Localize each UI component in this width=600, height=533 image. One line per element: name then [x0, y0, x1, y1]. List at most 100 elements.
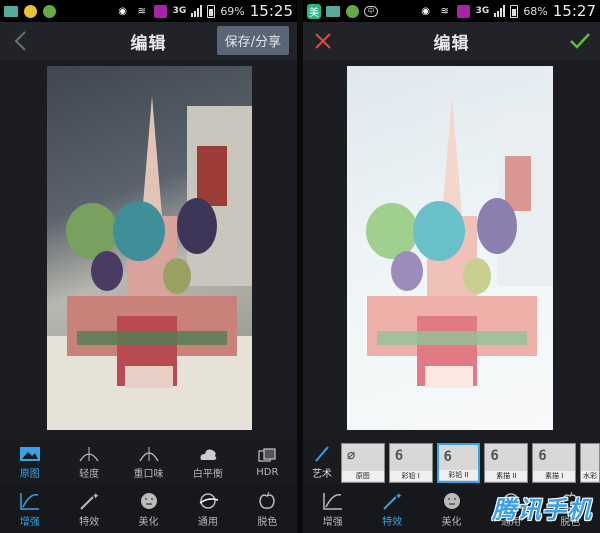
magic-wand-icon: ✦: [383, 492, 403, 510]
preset-heavy[interactable]: 重口味: [119, 440, 178, 485]
filter-thumbnail-icon: 6: [490, 447, 499, 464]
preset-label: 原图: [19, 469, 40, 480]
wifi-icon: ≋: [440, 5, 449, 17]
nav-general[interactable]: 通用: [178, 485, 237, 533]
signal-icon: [191, 5, 203, 17]
nav-enhance[interactable]: 增强: [303, 485, 362, 533]
apple-icon: [259, 491, 276, 509]
cathedral-photo-filtered: [366, 96, 553, 388]
nav-label: 特效: [382, 516, 403, 528]
art-category[interactable]: 艺术: [307, 445, 337, 480]
eye-icon: ◉: [118, 5, 128, 17]
filter-thumbnail-icon: 6: [443, 448, 452, 465]
chat-icon: 中: [364, 4, 378, 18]
filter-thumbnail-icon: 6: [394, 447, 404, 464]
filter-color-pencil-2[interactable]: 6 彩铅 II: [436, 442, 481, 483]
face-icon: [140, 492, 157, 509]
filter-label: 水彩: [581, 470, 599, 481]
general-icon: [199, 492, 219, 509]
page-title: 编辑: [433, 33, 470, 54]
cathedral-photo: [47, 96, 252, 430]
art-label: 艺术: [311, 469, 332, 480]
filter-label: 彩铅 I: [389, 470, 432, 481]
nav-enhance[interactable]: 增强: [0, 485, 59, 533]
filter-label: 素描 II: [485, 470, 528, 481]
enhance-presets: 原图 轻度 重口味 白平衡 HDR: [0, 440, 297, 485]
page-title: 编辑: [130, 33, 167, 54]
filter-label: 原图: [341, 470, 384, 481]
battery-icon: [207, 4, 216, 18]
nav-label: 美化: [138, 516, 159, 528]
nav-label: 增强: [19, 516, 40, 528]
svg-text:✦: ✦: [395, 492, 403, 502]
brush-icon: [315, 446, 329, 462]
preset-label: 轻度: [79, 469, 100, 480]
nav-effects[interactable]: ✦ 特效: [362, 485, 421, 533]
app-icon: [345, 4, 359, 18]
filter-original[interactable]: ⌀ 原图: [340, 442, 385, 483]
photo-preview[interactable]: [47, 66, 252, 430]
clock: 15:27: [552, 2, 596, 20]
gallery-icon: [326, 4, 340, 18]
filter-label: 彩铅 II: [438, 469, 479, 480]
nav-label: 脱色: [257, 516, 278, 528]
nav-beautify[interactable]: 美化: [422, 485, 481, 533]
title-bar: 编辑: [303, 22, 600, 60]
hdr-icon: [258, 448, 276, 462]
battery-icon: [510, 4, 519, 18]
chevron-left-icon: [14, 31, 26, 51]
preset-light[interactable]: 轻度: [59, 440, 118, 485]
filter-thumbnail-icon: ⌀: [346, 447, 356, 464]
wifi-icon: ≋: [137, 5, 146, 17]
title-bar: 编辑 保存/分享: [0, 22, 297, 60]
gallery-icon: [4, 4, 18, 18]
face-icon: [443, 492, 460, 509]
enhance-icon: [322, 492, 342, 510]
battery-percent: 69%: [220, 4, 245, 18]
white-balance-icon: [200, 449, 217, 460]
nav-desaturate[interactable]: 脱色: [238, 485, 297, 533]
home-icon: [154, 4, 168, 18]
preset-label: HDR: [256, 467, 279, 478]
network-type: 3G: [172, 6, 187, 16]
status-bar: 美 中 ◉ ≋ 3G 68% 15:27: [303, 0, 600, 22]
heavy-curve-icon: [138, 447, 159, 462]
filter-sketch-2[interactable]: 6 素描 II: [484, 442, 529, 483]
photo-preview[interactable]: [347, 66, 553, 430]
image-icon: [19, 447, 40, 461]
cancel-button[interactable]: [309, 27, 337, 55]
filter-sketch-1[interactable]: 6 素描 I: [532, 442, 577, 483]
filter-color-pencil-1[interactable]: 6 彩铅 I: [388, 442, 433, 483]
network-type: 3G: [475, 6, 490, 16]
preset-hdr[interactable]: HDR: [238, 440, 297, 485]
nav-label: 通用: [197, 516, 218, 528]
save-share-button[interactable]: 保存/分享: [216, 26, 289, 55]
enhance-icon: [19, 492, 39, 510]
nav-effects[interactable]: ✦ 特效: [59, 485, 118, 533]
preset-white-balance[interactable]: 白平衡: [178, 440, 237, 485]
filter-watercolor[interactable]: 水彩: [580, 442, 600, 483]
app-icon: [23, 4, 37, 18]
nav-label: 增强: [322, 516, 343, 528]
preset-original[interactable]: 原图: [0, 440, 59, 485]
photo-canvas: [0, 60, 297, 438]
close-icon: [315, 33, 331, 49]
right-screen: 美 中 ◉ ≋ 3G 68% 15:27 编辑 艺术 ⌀ 原图 6 彩铅 I 6…: [303, 0, 600, 533]
light-curve-icon: [79, 447, 99, 462]
status-bar: ◉ ≋ 3G 69% 15:25: [0, 0, 297, 22]
preset-label: 重口味: [133, 469, 164, 480]
filter-thumbnail-icon: 6: [538, 447, 547, 464]
bottom-nav: 增强 ✦ 特效 美化 通用 脱色: [0, 485, 297, 533]
eye-icon: ◉: [421, 5, 431, 17]
watermark-logo: 腾讯手机: [492, 496, 592, 524]
nav-label: 美化: [441, 516, 462, 528]
confirm-button[interactable]: [566, 27, 594, 55]
svg-text:✦: ✦: [92, 492, 100, 502]
left-screen: ◉ ≋ 3G 69% 15:25 编辑 保存/分享 原图 轻度 重口味 白平衡 …: [0, 0, 297, 533]
signal-icon: [494, 5, 506, 17]
nav-label: 特效: [79, 516, 100, 528]
nav-beautify[interactable]: 美化: [119, 485, 178, 533]
preset-label: 白平衡: [192, 469, 223, 480]
check-icon: [570, 33, 590, 49]
back-button[interactable]: [6, 27, 34, 55]
